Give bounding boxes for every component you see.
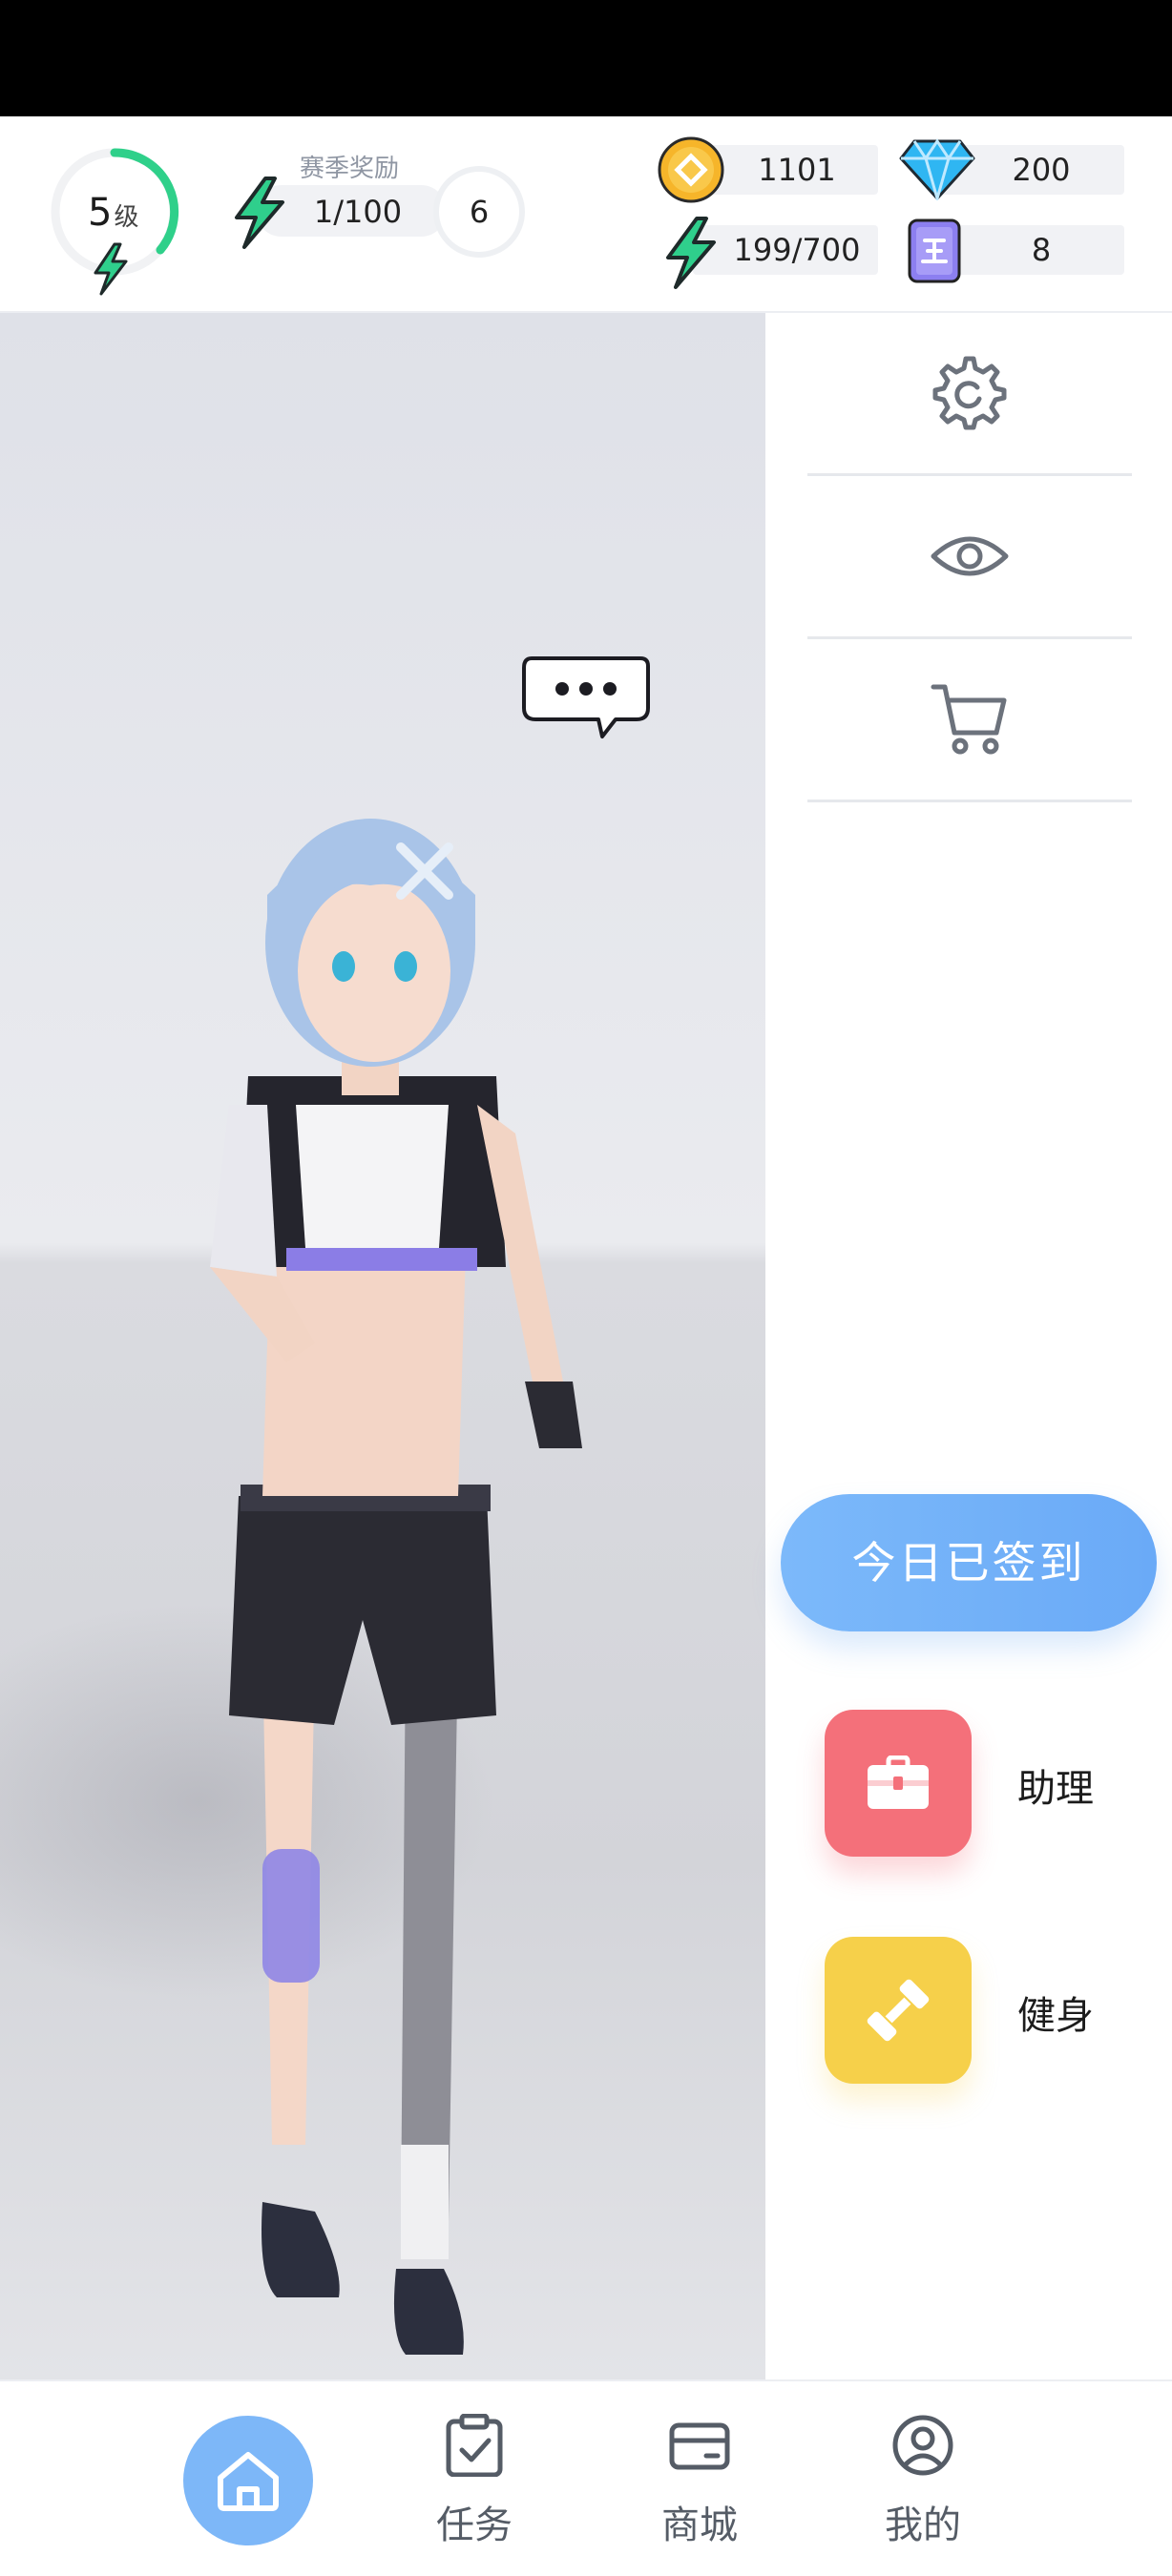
season-progress-value: 1/100 bbox=[313, 194, 403, 230]
briefcase-icon bbox=[868, 1755, 929, 1809]
header-bar: 5级 赛季奖励 1/100 6 1101 200 199/700 8 bbox=[0, 116, 1172, 313]
ticket-card-icon bbox=[908, 218, 961, 283]
home-icon bbox=[218, 2452, 279, 2511]
level-unit: 级 bbox=[114, 203, 139, 232]
energy-bolt-icon bbox=[666, 217, 716, 289]
speech-bubble-icon[interactable] bbox=[520, 654, 652, 746]
cart-icon bbox=[931, 684, 1007, 755]
nav-shop[interactable]: 商城 bbox=[638, 2414, 762, 2566]
nav-profile[interactable]: 我的 bbox=[861, 2414, 985, 2566]
task-icon bbox=[446, 2414, 503, 2477]
gear-icon bbox=[932, 356, 1007, 430]
side-panel: 今日已签到 助理 健身 bbox=[765, 313, 1172, 2379]
nav-shop-label: 商城 bbox=[661, 2503, 738, 2547]
energy-value: 199/700 bbox=[733, 232, 861, 268]
bottom-navigation: 任务 商城 我的 bbox=[0, 2379, 1172, 2576]
divider bbox=[807, 800, 1132, 802]
assistant-label: 助理 bbox=[1017, 1767, 1094, 1811]
nav-tasks[interactable]: 任务 bbox=[412, 2414, 536, 2566]
diamonds-value: 200 bbox=[1012, 152, 1071, 188]
energy-bolt-icon bbox=[235, 177, 284, 249]
assistant-action[interactable]: 助理 bbox=[825, 1710, 1149, 1859]
eye-icon bbox=[931, 536, 1009, 576]
status-bar bbox=[0, 0, 1172, 116]
level-value: 5 bbox=[88, 191, 113, 235]
character-stage[interactable] bbox=[0, 313, 765, 2379]
season-reward-label: 赛季奖励 bbox=[300, 155, 400, 183]
coin-icon bbox=[658, 136, 724, 203]
fitness-button[interactable] bbox=[825, 1937, 972, 2084]
assistant-button[interactable] bbox=[825, 1710, 972, 1857]
tickets-value: 8 bbox=[1031, 232, 1052, 268]
daily-signin-button[interactable]: 今日已签到 bbox=[781, 1494, 1157, 1631]
coins-value: 1101 bbox=[758, 152, 836, 188]
dumbbell-icon bbox=[867, 1979, 930, 2042]
nav-tasks-label: 任务 bbox=[436, 2503, 513, 2547]
settings-button[interactable] bbox=[807, 313, 1132, 473]
profile-icon bbox=[892, 2415, 953, 2476]
cart-button[interactable] bbox=[807, 639, 1132, 800]
season-reward-count[interactable]: 6 bbox=[433, 166, 525, 258]
character-figure[interactable] bbox=[172, 656, 668, 2379]
shop-card-icon bbox=[669, 2422, 730, 2470]
fitness-label: 健身 bbox=[1017, 1994, 1094, 2038]
energy-bolt-icon bbox=[94, 242, 128, 296]
diamond-icon bbox=[899, 138, 975, 200]
level-indicator: 5级 bbox=[88, 191, 138, 235]
nav-home-button[interactable] bbox=[183, 2416, 313, 2545]
fitness-action[interactable]: 健身 bbox=[825, 1937, 1149, 2086]
nav-profile-label: 我的 bbox=[885, 2503, 961, 2547]
view-toggle-button[interactable] bbox=[807, 476, 1132, 636]
